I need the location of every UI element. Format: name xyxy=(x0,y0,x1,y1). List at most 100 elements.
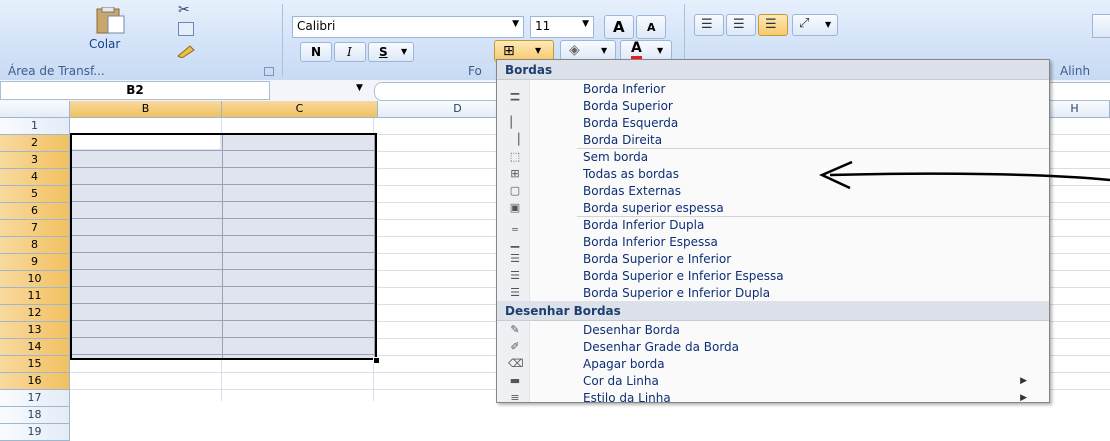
row-label: 6 xyxy=(31,204,38,217)
menu-item-border-11[interactable]: ☰ Borda Superior e Inferior Espessa xyxy=(497,268,1049,285)
border-style-icon: ▁ xyxy=(510,82,520,95)
border-style-icon: ▣ xyxy=(509,201,521,214)
menu-item-label: Todas as bordas xyxy=(583,167,679,181)
format-painter-icon[interactable] xyxy=(176,42,198,58)
border-style-icon: ☰ xyxy=(510,252,520,265)
submenu-arrow-icon: ▶ xyxy=(1020,376,1027,386)
row-label: 16 xyxy=(27,374,42,387)
row-header[interactable]: 4 xyxy=(0,169,70,186)
row-header[interactable]: 12 xyxy=(0,305,70,322)
column-header-b[interactable]: B xyxy=(70,101,222,118)
menu-item-label: Borda Direita xyxy=(583,133,663,147)
selected-range[interactable] xyxy=(70,133,377,360)
row-header[interactable]: 19 xyxy=(0,424,70,441)
active-cell[interactable] xyxy=(72,135,220,149)
select-all-corner[interactable] xyxy=(0,101,70,118)
menu-item-label: Borda Inferior Dupla xyxy=(583,218,705,232)
align-top-button[interactable]: ☰ xyxy=(694,14,724,36)
border-style-icon: ⊞ xyxy=(510,167,520,180)
border-style-icon: ▕ xyxy=(510,133,520,146)
menu-item-border-12[interactable]: ☰ Borda Superior e Inferior Dupla xyxy=(497,285,1049,302)
row-header[interactable]: 15 xyxy=(0,356,70,373)
menu-item-label: Bordas Externas xyxy=(583,184,682,198)
row-label: 15 xyxy=(27,357,42,370)
menu-item-draw-1[interactable]: ✐ Desenhar Grade da Borda xyxy=(497,339,1049,356)
shrink-font-button[interactable]: A xyxy=(636,15,666,39)
border-style-icon: ‗ xyxy=(512,218,518,231)
align-middle-button[interactable]: ☰ xyxy=(726,14,756,36)
menu-item-border-8[interactable]: ‗ Borda Inferior Dupla xyxy=(497,217,1049,234)
menu-item-border-10[interactable]: ☰ Borda Superior e Inferior xyxy=(497,251,1049,268)
bold-button[interactable]: N xyxy=(300,42,332,62)
menu-item-draw-2[interactable]: ⌫ Apagar borda xyxy=(497,356,1049,373)
grow-font-button[interactable]: A xyxy=(604,15,634,39)
menu-item-draw-4[interactable]: ≡ Estilo da Linha ▶ xyxy=(497,390,1049,402)
row-header[interactable]: 6 xyxy=(0,203,70,220)
menu-item-draw-0[interactable]: ✎ Desenhar Borda xyxy=(497,322,1049,339)
menu-item-border-2[interactable]: ▏ Borda Esquerda xyxy=(497,115,1049,132)
row-header[interactable]: 14 xyxy=(0,339,70,356)
alignment-group-label: Alinh xyxy=(1060,64,1091,78)
align-bottom-button[interactable]: ☰ xyxy=(758,14,788,36)
name-box-value: B2 xyxy=(126,83,144,97)
font-name-select[interactable]: Calibri ▼ xyxy=(292,16,524,38)
row-label: 3 xyxy=(31,153,38,166)
menu-item-border-7[interactable]: ▣ Borda superior espessa xyxy=(497,200,1049,217)
wrap-text-icon[interactable] xyxy=(1092,14,1110,38)
row-header[interactable]: 11 xyxy=(0,288,70,305)
border-style-icon: ▢ xyxy=(509,184,521,197)
underline-button[interactable]: S ▼ xyxy=(368,42,414,62)
row-header[interactable]: 1 xyxy=(0,118,70,135)
column-header-c[interactable]: C xyxy=(222,101,378,118)
font-size-select[interactable]: 11 ▼ xyxy=(530,16,594,38)
menu-item-label: Borda Inferior xyxy=(583,82,666,96)
column-header-h[interactable]: H xyxy=(1040,101,1110,118)
paste-label: Colar xyxy=(89,37,121,51)
menu-item-label: Desenhar Grade da Borda xyxy=(583,340,740,354)
column-label: D xyxy=(453,102,462,115)
grid-pencil-icon: ✐ xyxy=(510,340,520,353)
font-color-icon: A xyxy=(631,41,642,59)
row-label: 8 xyxy=(31,238,38,251)
row-header[interactable]: 3 xyxy=(0,152,70,169)
row-label: 9 xyxy=(31,255,38,268)
border-style-icon: ☰ xyxy=(510,286,520,299)
align-middle-icon: ☰ xyxy=(733,17,745,32)
border-style-icon: ⬚ xyxy=(509,150,521,163)
paste-button[interactable]: Colar xyxy=(80,6,150,56)
row-label: 1 xyxy=(31,119,38,132)
eraser-icon: ⌫ xyxy=(508,357,524,370)
row-label: 4 xyxy=(31,170,38,183)
orientation-icon: ⤢ xyxy=(799,16,810,31)
fill-handle[interactable] xyxy=(373,357,380,364)
chevron-down-icon: ▼ xyxy=(535,46,542,55)
menu-item-draw-3[interactable]: ▬ Cor da Linha ▶ xyxy=(497,373,1049,390)
font-size-value: 11 xyxy=(535,19,551,33)
border-style-icon: ▏ xyxy=(510,116,520,129)
row-header[interactable]: 16 xyxy=(0,373,70,390)
menu-item-border-1[interactable]: ▔ Borda Superior xyxy=(497,98,1049,115)
row-header[interactable]: 18 xyxy=(0,407,70,424)
menu-item-border-9[interactable]: ▁ Borda Inferior Espessa xyxy=(497,234,1049,251)
italic-button[interactable]: I xyxy=(334,42,366,62)
row-label: 10 xyxy=(27,272,42,285)
clipboard-launcher-icon[interactable] xyxy=(264,67,274,76)
row-header[interactable]: 8 xyxy=(0,237,70,254)
row-header[interactable]: 17 xyxy=(0,390,70,407)
orientation-button[interactable]: ⤢ ▼ xyxy=(792,14,838,36)
menu-item-label: Apagar borda xyxy=(583,357,665,371)
row-header[interactable]: 7 xyxy=(0,220,70,237)
menu-item-border-3[interactable]: ▕ Borda Direita xyxy=(497,132,1049,149)
row-header[interactable]: 5 xyxy=(0,186,70,203)
chevron-down-icon[interactable]: ▼ xyxy=(356,83,363,93)
menu-item-border-0[interactable]: ▁ Borda Inferior xyxy=(497,81,1049,98)
group-divider xyxy=(282,4,283,76)
row-header[interactable]: 2 xyxy=(0,135,70,152)
row-header[interactable]: 9 xyxy=(0,254,70,271)
cut-icon[interactable]: ✂ xyxy=(178,2,190,18)
copy-icon[interactable] xyxy=(178,22,194,36)
row-header[interactable]: 10 xyxy=(0,271,70,288)
row-header[interactable]: 13 xyxy=(0,322,70,339)
bold-label: N xyxy=(311,45,322,59)
name-box[interactable]: B2 xyxy=(0,81,270,100)
